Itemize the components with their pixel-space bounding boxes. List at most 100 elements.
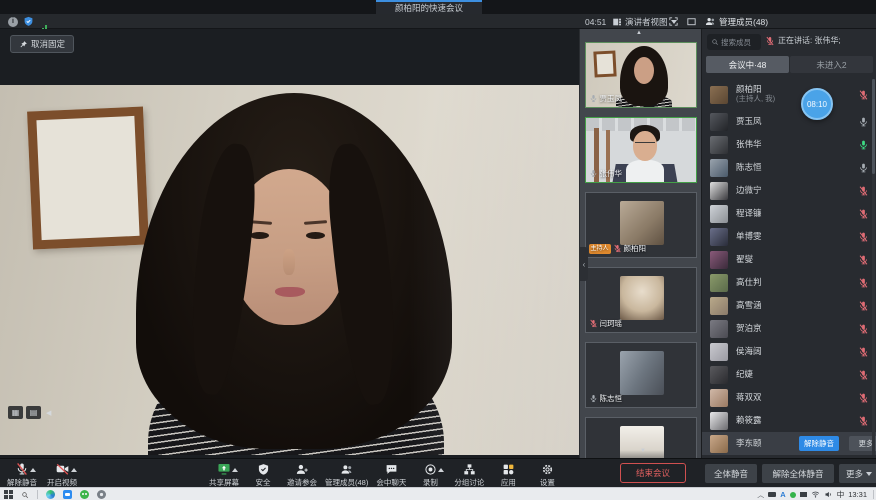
thumbnail-label: 陈志恒 bbox=[589, 393, 623, 404]
toolbar-settings-button[interactable]: 设置 bbox=[531, 460, 563, 488]
mic-icon bbox=[858, 139, 869, 150]
video-thumbnail[interactable]: 闫珂瑶 bbox=[585, 267, 697, 333]
member-row[interactable]: 张伟华 bbox=[702, 133, 876, 156]
member-row[interactable]: 边微宁 bbox=[702, 179, 876, 202]
floating-timer-bubble[interactable]: 08:10 bbox=[801, 88, 833, 120]
member-row[interactable]: 单博雯 bbox=[702, 225, 876, 248]
tray-expand-icon[interactable]: ︿ bbox=[757, 490, 764, 500]
show-desktop-button[interactable] bbox=[873, 490, 874, 499]
mic-icon bbox=[858, 300, 869, 311]
toolbar-record-button[interactable]: 录制 bbox=[414, 460, 446, 488]
video-overlay-controls[interactable]: ▦ ▤ ◀ bbox=[8, 406, 51, 419]
mic-icon bbox=[858, 392, 869, 403]
mic-icon bbox=[858, 369, 869, 380]
member-row[interactable]: 陈志恒 bbox=[702, 156, 876, 179]
chat-app-icon[interactable] bbox=[80, 490, 89, 499]
toolbar-chat-button[interactable]: 会中聊天 bbox=[375, 460, 407, 488]
member-row[interactable]: 贺泊京 bbox=[702, 317, 876, 340]
wifi-icon[interactable] bbox=[811, 490, 820, 499]
toolbar-shield-button[interactable]: 安全 bbox=[247, 460, 279, 488]
panel-tab-0[interactable]: 会议中·48 bbox=[706, 56, 789, 73]
unpin-button[interactable]: 取消固定 bbox=[10, 35, 74, 53]
member-row[interactable]: 贾玉凤 bbox=[702, 110, 876, 133]
member-row[interactable]: 赖筱露 bbox=[702, 409, 876, 432]
tray-green-icon[interactable] bbox=[790, 492, 796, 498]
mic-icon bbox=[858, 116, 869, 127]
unmute-all-button[interactable]: 解除全体静音 bbox=[762, 464, 834, 483]
prev-page-arrow-icon[interactable]: ◀ bbox=[46, 409, 51, 417]
meeting-app-window: 颜柏阳的快速会议 i 04:51 演讲者视图 管理成员(48) 取消固定 bbox=[0, 0, 876, 500]
collapse-strip-handle[interactable]: ‹ bbox=[580, 247, 588, 281]
chevron-up-icon[interactable] bbox=[438, 468, 444, 472]
more-button[interactable]: 更多 bbox=[839, 464, 876, 483]
meeting-app-icon[interactable] bbox=[63, 490, 72, 499]
ime-indicator[interactable]: 中 bbox=[837, 489, 845, 500]
toolbar-breakout-button[interactable]: 分组讨论 bbox=[453, 460, 485, 488]
chevron-up-icon[interactable] bbox=[71, 468, 77, 472]
member-row[interactable]: 侯海阔 bbox=[702, 340, 876, 363]
video-thumbnail[interactable]: 陈志恒 bbox=[585, 342, 697, 408]
speaker-icon[interactable] bbox=[824, 490, 833, 499]
taskbar-search-icon[interactable] bbox=[21, 491, 29, 499]
view-mode-button[interactable]: 演讲者视图 bbox=[612, 15, 677, 28]
member-row[interactable]: 高仕判 bbox=[702, 271, 876, 294]
member-row[interactable]: 李东颐解除静音更多 bbox=[702, 432, 876, 455]
battery-icon[interactable] bbox=[768, 492, 776, 497]
member-name: 贺泊京 bbox=[736, 324, 762, 334]
windows-taskbar: ︿ A 中 13:31 bbox=[0, 487, 876, 500]
mic-icon bbox=[858, 277, 869, 288]
chevron-up-icon[interactable] bbox=[30, 468, 36, 472]
taskbar-clock[interactable]: 13:31 bbox=[848, 490, 867, 499]
member-avatar bbox=[710, 366, 728, 384]
row-unmute-button[interactable]: 解除静音 bbox=[799, 436, 839, 451]
layout-grid-icon[interactable]: ▦ bbox=[8, 406, 23, 419]
thumbnail-strip: ▲ ▼ ‹ 贾玉凤张伟华主持人颜柏阳闫珂瑶陈志恒边微宁 bbox=[579, 29, 701, 458]
manage-members-header[interactable]: 管理成员(48) bbox=[705, 15, 768, 28]
pinned-video[interactable]: ▦ ▤ ◀ bbox=[0, 85, 579, 455]
mic-icon bbox=[858, 162, 869, 173]
mic-icon bbox=[765, 36, 775, 46]
member-row[interactable]: 程译镰 bbox=[702, 202, 876, 225]
security-shield-icon[interactable] bbox=[23, 16, 34, 27]
toolbar-screen-share-button[interactable]: 共享屏幕 bbox=[208, 460, 240, 488]
toolbar-mic-muted-button[interactable]: 解除静音 bbox=[6, 460, 38, 488]
meeting-info-icon[interactable]: i bbox=[8, 17, 18, 27]
window-mode-button[interactable] bbox=[686, 16, 697, 27]
avatar bbox=[620, 201, 664, 245]
video-thumbnail[interactable]: 主持人颜柏阳 bbox=[585, 192, 697, 258]
scroll-down-icon[interactable]: ▼ bbox=[640, 448, 646, 454]
fullscreen-button[interactable] bbox=[668, 16, 679, 27]
breakout-icon bbox=[463, 461, 476, 476]
scroll-up-icon[interactable]: ▲ bbox=[636, 30, 642, 36]
tray-app-a-icon[interactable]: A bbox=[780, 490, 785, 499]
member-row[interactable]: 蒋双双 bbox=[702, 386, 876, 409]
tray-dark-icon[interactable] bbox=[800, 492, 807, 497]
network-signal-icon[interactable] bbox=[39, 17, 48, 27]
settings-app-icon[interactable] bbox=[97, 490, 106, 499]
toolbar-apps-button[interactable]: 应用 bbox=[492, 460, 524, 488]
member-row[interactable]: 翟燮 bbox=[702, 248, 876, 271]
scrollbar[interactable] bbox=[872, 79, 875, 455]
thumbnail-label: 贾玉凤 bbox=[589, 93, 623, 104]
mic-icon bbox=[613, 244, 622, 253]
start-button[interactable] bbox=[4, 490, 13, 499]
member-row[interactable]: 高雪涵 bbox=[702, 294, 876, 317]
mute-all-button[interactable]: 全体静音 bbox=[705, 464, 757, 483]
toolbar-invite-button[interactable]: 邀请参会 bbox=[286, 460, 318, 488]
search-input[interactable]: 搜索成员 bbox=[707, 34, 761, 50]
member-avatar bbox=[710, 136, 728, 154]
member-row[interactable]: 颜柏阳(主持人, 我) bbox=[702, 79, 876, 110]
member-avatar bbox=[710, 412, 728, 430]
panel-tab-1[interactable]: 未进入2 bbox=[790, 56, 873, 73]
toolbar-camera-off-button[interactable]: 开启视频 bbox=[46, 460, 78, 488]
member-row[interactable]: 纪婕 bbox=[702, 363, 876, 386]
video-thumbnail[interactable]: 张伟华 bbox=[585, 117, 697, 183]
speaker-view-icon bbox=[612, 17, 622, 27]
toolbar-members-button[interactable]: 管理成员(48) bbox=[325, 460, 368, 488]
end-meeting-button[interactable]: 结束会议 bbox=[620, 463, 686, 483]
browser-app-icon[interactable] bbox=[46, 490, 55, 499]
layout-icon[interactable]: ▤ bbox=[26, 406, 41, 419]
chevron-up-icon[interactable] bbox=[232, 468, 238, 472]
member-name: 蒋双双 bbox=[736, 393, 762, 403]
video-thumbnail[interactable]: 贾玉凤 bbox=[585, 42, 697, 108]
